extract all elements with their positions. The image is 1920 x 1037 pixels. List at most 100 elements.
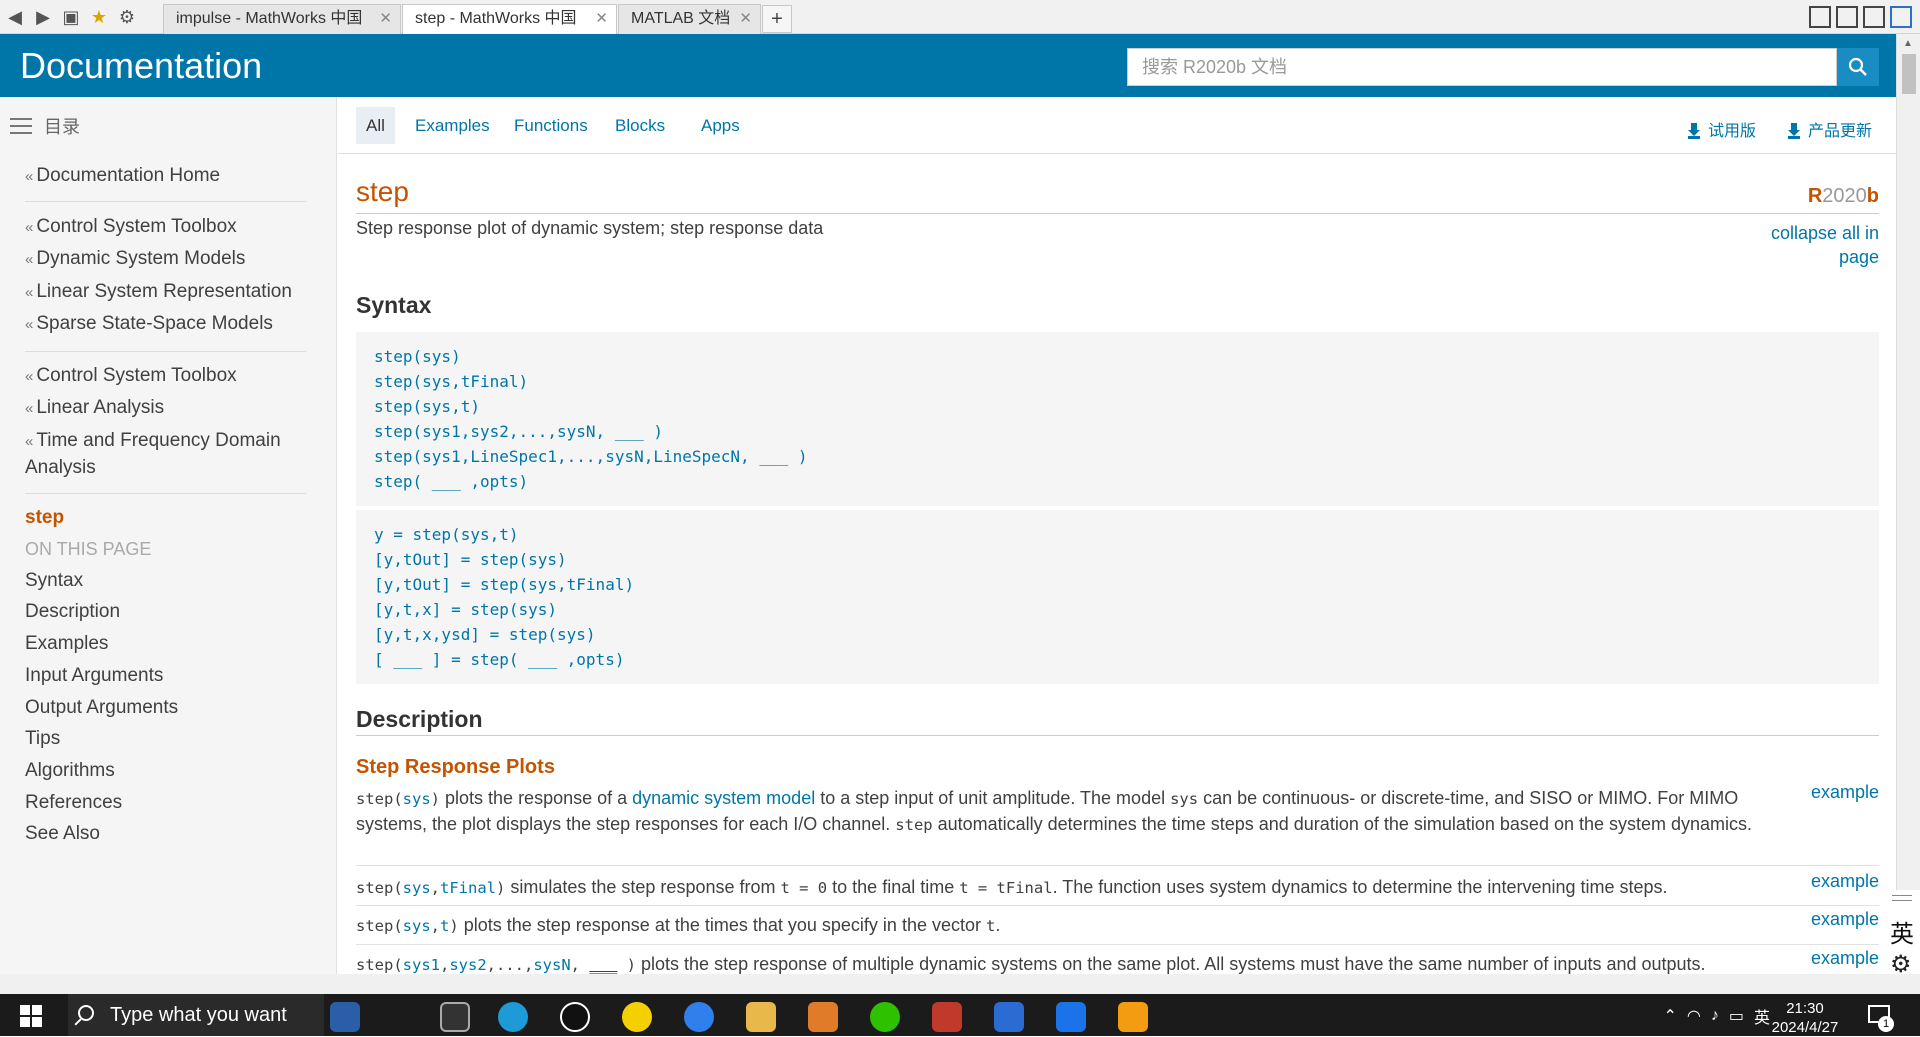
filter-blocks[interactable]: Blocks [605,107,675,144]
syntax-line: [ ___ ] = step( ___ ,opts) [374,650,625,669]
step-response-plots-heading: Step Response Plots [356,756,555,778]
sidebar-link-control-toolbox[interactable]: «Control System Toolbox [25,214,237,241]
main-content: step R2020b Step response plot of dynami… [338,154,1896,974]
sidebar-item-tips[interactable]: Tips [25,728,60,750]
matlab-icon[interactable] [932,1002,962,1032]
syntax-line: [y,tOut] = step(sys,tFinal) [374,575,635,594]
new-tab-button[interactable]: + [762,5,792,33]
layout-rows-icon[interactable] [1863,6,1885,28]
sidebar-link-dynamic-models[interactable]: «Dynamic System Models [25,246,245,273]
sidebar-item-description[interactable]: Description [25,601,120,623]
trial-link[interactable]: 试用版 [1688,117,1756,141]
qq-icon[interactable] [560,1002,590,1032]
download-icon [1788,123,1800,139]
row-divider [356,865,1879,866]
file-explorer-icon[interactable] [746,1002,776,1032]
sidebar-link-linear-representation[interactable]: «Linear System Representation [25,279,292,306]
sidebar-link-doc-home[interactable]: «Documentation Home [25,163,220,190]
medal-app-icon[interactable] [808,1002,838,1032]
sidebar-item-input-arguments[interactable]: Input Arguments [25,665,163,687]
ime-widget[interactable]: 英 ⚙ [1884,890,1920,980]
music-app-icon[interactable] [622,1002,652,1032]
tab-close-icon[interactable]: ✕ [379,5,392,33]
toc-toggle[interactable]: 目录 [10,113,80,139]
layout-columns-icon[interactable] [1836,6,1858,28]
scrollbar-thumb[interactable] [1902,54,1916,94]
collapse-all-link[interactable]: collapse all in page [1749,221,1879,269]
ime-handle-icon[interactable] [1892,895,1912,901]
example-link-1[interactable]: example [1811,782,1879,803]
page-scrollbar[interactable]: ▲ [1896,34,1920,974]
tab-title: impulse - MathWorks 中国 [176,10,363,27]
purpose-line: Step response plot of dynamic system; st… [356,218,824,238]
sidebar-link-sparse-ss[interactable]: «Sparse State-Space Models [25,311,273,338]
settings-gear-icon[interactable]: ⚙ [116,6,138,28]
dynamic-system-model-link[interactable]: dynamic system model [632,788,815,808]
search-input[interactable]: 搜索 R2020b 文档 [1127,48,1837,86]
sidebar-item-see-also[interactable]: See Also [25,823,100,845]
tab-step[interactable]: step - MathWorks 中国 ✕ [402,4,617,34]
breadcrumb-chevron-icon: « [25,284,34,301]
sidebar-item-output-arguments[interactable]: Output Arguments [25,697,178,719]
example-link-3[interactable]: example [1811,909,1879,930]
print-icon[interactable]: ▣ [60,6,82,28]
layout-single-icon[interactable] [1890,6,1912,28]
header-title[interactable]: Documentation [20,45,262,87]
filter-examples[interactable]: Examples [405,107,500,144]
volume-icon[interactable]: ♪ [1711,1007,1719,1025]
search-button[interactable] [1837,48,1879,86]
taskbar-search-text: Type what you want [110,1004,287,1026]
syntax-line: step(sys,t) [374,397,480,416]
security-app-icon[interactable] [1118,1002,1148,1032]
clock-time: 21:30 [1786,1000,1824,1017]
battery-icon[interactable]: ▭ [1729,1006,1744,1026]
sidebar-current-page[interactable]: step [25,507,64,529]
example-link-4[interactable]: example [1811,948,1879,969]
sidebar-link-linear-analysis[interactable]: «Linear Analysis [25,395,164,422]
breadcrumb-chevron-icon: « [25,219,34,236]
product-updates-link[interactable]: 产品更新 [1788,117,1872,141]
sidebar-link-time-freq[interactable]: «Time and Frequency Domain Analysis [25,428,305,481]
tab-close-icon[interactable]: ✕ [739,5,752,33]
tray-ime-language[interactable]: 英 [1754,1004,1770,1028]
app-icon-computer[interactable] [330,1002,360,1032]
filter-all[interactable]: All [356,107,395,144]
scroll-up-arrow-icon[interactable]: ▲ [1903,38,1913,49]
windows-start-icon[interactable] [20,1005,42,1027]
tray-chevron-up-icon[interactable]: ⌃ [1663,1006,1676,1026]
task-view-icon[interactable] [440,1002,470,1032]
filter-apps[interactable]: Apps [691,107,750,144]
sidebar-item-examples[interactable]: Examples [25,633,108,655]
description-item-3: step(sys,t) plots the step response at t… [356,915,1001,935]
taskbar-clock[interactable]: 21:30 2024/4/27 [1770,999,1840,1037]
wps-icon[interactable] [994,1002,1024,1032]
browser-nav-toolbar: ◀ ▶ ▣ ★ ⚙ [4,6,138,28]
sidebar-item-algorithms[interactable]: Algorithms [25,760,115,782]
syntax-line: step(sys1,sys2,...,sysN, ___ ) [374,422,663,441]
breadcrumb-chevron-icon: « [25,251,34,268]
wechat-icon[interactable] [870,1002,900,1032]
ime-language[interactable]: 英 [1890,914,1914,949]
release-badge: R2020b [1807,185,1879,207]
syntax-heading: Syntax [356,292,432,318]
forward-icon[interactable]: ▶ [32,6,54,28]
taskbar-search[interactable]: Type what you want [68,994,324,1036]
filter-functions[interactable]: Functions [504,107,598,144]
sidebar-link-control-toolbox-2[interactable]: «Control System Toolbox [25,363,237,390]
feishu-icon[interactable] [1056,1002,1086,1032]
syntax-line: step(sys) [374,347,461,366]
search-icon [1848,57,1867,76]
wifi-icon[interactable]: ◠ [1687,1006,1701,1026]
tab-close-icon[interactable]: ✕ [595,5,608,33]
layout-grid-icon[interactable] [1809,6,1831,28]
tab-matlab-docs[interactable]: MATLAB 文档 ✕ [618,4,761,34]
back-icon[interactable]: ◀ [4,6,26,28]
tab-impulse[interactable]: impulse - MathWorks 中国 ✕ [163,4,401,34]
edge-browser-icon[interactable] [498,1002,528,1032]
example-link-2[interactable]: example [1811,871,1879,892]
sidebar-item-syntax[interactable]: Syntax [25,570,83,592]
sidebar-item-references[interactable]: References [25,792,122,814]
k-app-icon[interactable] [684,1002,714,1032]
description-item-2: step(sys,tFinal) simulates the step resp… [356,877,1668,897]
favorites-star-icon[interactable]: ★ [88,6,110,28]
